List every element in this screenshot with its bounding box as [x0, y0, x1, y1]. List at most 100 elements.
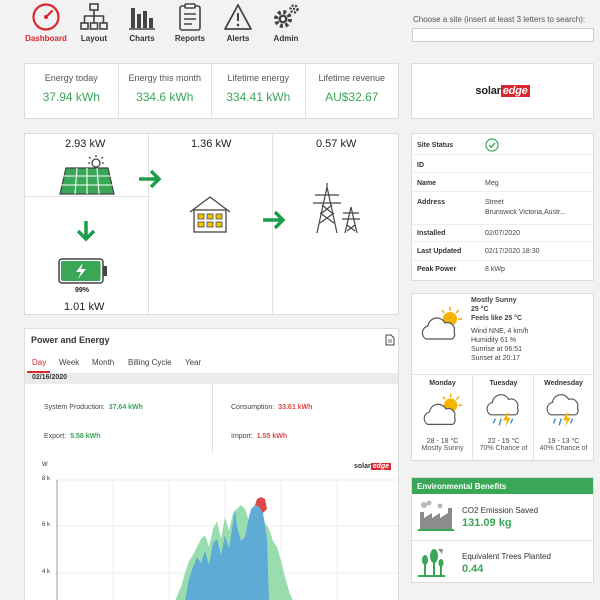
tab-day[interactable]: Day [32, 358, 46, 367]
arrow-right-icon [139, 169, 162, 189]
logo-edge: edge [500, 85, 530, 97]
forecast-summary: 70% Chance of [479, 445, 528, 452]
status-row: Last Updated 02/17/2020 18:30 [412, 242, 593, 261]
energy-summary: Energy today 37.94 kWh Energy this month… [24, 63, 399, 119]
weather-temp: 25 °C [471, 306, 489, 313]
nav-label: Charts [129, 34, 155, 43]
site-search-input[interactable] [412, 28, 594, 42]
summary-lifetime-energy: Lifetime energy 334.41 kWh [212, 64, 306, 118]
tab-year[interactable]: Year [185, 358, 201, 367]
energy-flow-diagram: 2.93 kW 99% 1.01 kW 1.36 kW 0.57 kW [24, 133, 399, 315]
nav-dashboard[interactable]: Dashboard [22, 2, 70, 46]
forecast-temps: 22 - 15 °C [487, 438, 520, 445]
battery-percent: 99% [75, 287, 90, 294]
export-document-icon[interactable] [385, 334, 395, 346]
weather-feels-like: Feels like 25 °C [471, 315, 523, 322]
status-row: ID [412, 155, 593, 173]
selected-date: 02/16/2020 [25, 373, 398, 384]
sun-cloud-icon [421, 307, 462, 340]
clipboard-icon [179, 3, 201, 31]
sun-cloud-icon [423, 393, 462, 425]
forecast-summary: Mostly Sunny [421, 445, 464, 452]
power-chart [56, 479, 398, 600]
weather-wind: Wind NNE, 4 km/h [471, 328, 529, 335]
env-header: Environmental Benefits [412, 478, 593, 494]
trees-icon [418, 549, 445, 577]
status-row: Site Status [412, 134, 593, 155]
power-energy-panel: Power and Energy Day Week Month Billing … [24, 328, 399, 600]
import-stat: Import: 1.55 kWh [231, 433, 287, 440]
status-value: Street [485, 199, 504, 206]
status-value: Brunswick Victoria,Austr... [485, 209, 566, 216]
consumption-stat: Consumption: 33.61 kWh [231, 404, 312, 411]
consumption-value: 33.61 kWh [278, 404, 313, 411]
export-stat: Export: 5.58 kWh [44, 433, 101, 440]
site-search-label: Choose a site (insert at least 3 letters… [413, 15, 586, 24]
forecast-temps: 28 - 18 °C [426, 438, 459, 445]
production-value: 37.64 kWh [108, 404, 143, 411]
nav-label: Reports [174, 34, 206, 43]
battery-icon [58, 258, 107, 284]
co2-title: CO2 Emission Saved [462, 506, 539, 515]
tab-month[interactable]: Month [92, 358, 114, 367]
solaredge-logo: solar edge [411, 63, 594, 119]
export-value: 5.58 kWh [70, 433, 101, 440]
battery-power: 1.01 kW [64, 301, 105, 313]
logo-text: solar edge [475, 85, 530, 97]
summary-title: Energy this month [128, 73, 202, 83]
environmental-benefits-panel: Environmental Benefits CO2 Emission Save… [411, 477, 594, 583]
weather-condition: Mostly Sunny [471, 297, 517, 304]
status-key: Name [417, 180, 437, 187]
grid-power: 0.57 kW [316, 138, 357, 150]
forecast-day: Monday 28 - 18 °C Mostly Sunny [412, 380, 473, 452]
solar-panel-icon [59, 155, 115, 195]
arrow-right-icon [263, 210, 286, 230]
status-key: Peak Power [417, 266, 457, 273]
home-icon [189, 196, 231, 233]
tab-billing-cycle[interactable]: Billing Cycle [128, 358, 172, 367]
summary-title: Lifetime revenue [318, 73, 386, 83]
summary-value: 37.94 kWh [42, 90, 100, 104]
status-key: ID [417, 162, 424, 169]
nav-admin[interactable]: Admin [262, 2, 310, 46]
forecast-day-name: Tuesday [489, 380, 518, 387]
factory-icon [418, 500, 454, 531]
summary-value: 334.6 kWh [136, 90, 194, 104]
status-row: Installed 02/07/2020 [412, 225, 593, 242]
y-axis-unit: W [42, 462, 48, 468]
weather-sunrise: Sunrise at 06:51 [471, 346, 522, 353]
forecast-summary: 40% Chance of [539, 445, 588, 452]
nav-label: Alerts [226, 34, 250, 43]
status-row: Name Meg [412, 173, 593, 192]
check-circle-icon [485, 138, 499, 152]
pe-title: Power and Energy [31, 335, 110, 345]
forecast-day-name: Monday [429, 380, 456, 387]
forecast-temps: 19 - 13 °C [547, 438, 580, 445]
production-label: System Production: [44, 404, 105, 411]
trees-value: 0.44 [462, 563, 484, 575]
import-label: Import: [231, 433, 253, 440]
nav-layout[interactable]: Layout [70, 2, 118, 46]
summary-lifetime-revenue: Lifetime revenue AU$32.67 [306, 64, 399, 118]
weather-humidity: Humidity 61 % [471, 337, 517, 344]
nav-charts[interactable]: Charts [118, 2, 166, 46]
hierarchy-icon [80, 3, 108, 30]
summary-value: 334.41 kWh [226, 90, 291, 104]
nav-reports[interactable]: Reports [166, 2, 214, 46]
status-value: 02/17/2020 18:30 [485, 248, 540, 255]
summary-energy-today: Energy today 37.94 kWh [25, 64, 119, 118]
co2-value: 131.09 kg [462, 517, 512, 529]
summary-value: AU$32.67 [325, 90, 379, 104]
nav-label: Admin [273, 34, 299, 43]
status-key: Installed [417, 230, 446, 237]
bar-chart-icon [129, 8, 155, 30]
tab-week[interactable]: Week [59, 358, 79, 367]
production-stat: System Production: 37.64 kWh [44, 404, 143, 411]
forecast-day: Wednesday 19 - 13 °C 40% Chance of [533, 380, 594, 452]
nav-alerts[interactable]: Alerts [214, 2, 262, 46]
weather-panel: Mostly Sunny 25 °C Feels like 25 °C Wind… [411, 293, 594, 461]
status-key: Address [417, 199, 446, 206]
summary-title: Energy today [44, 73, 98, 83]
status-value: 02/07/2020 [485, 230, 521, 237]
logo-solar: solar [475, 85, 501, 97]
